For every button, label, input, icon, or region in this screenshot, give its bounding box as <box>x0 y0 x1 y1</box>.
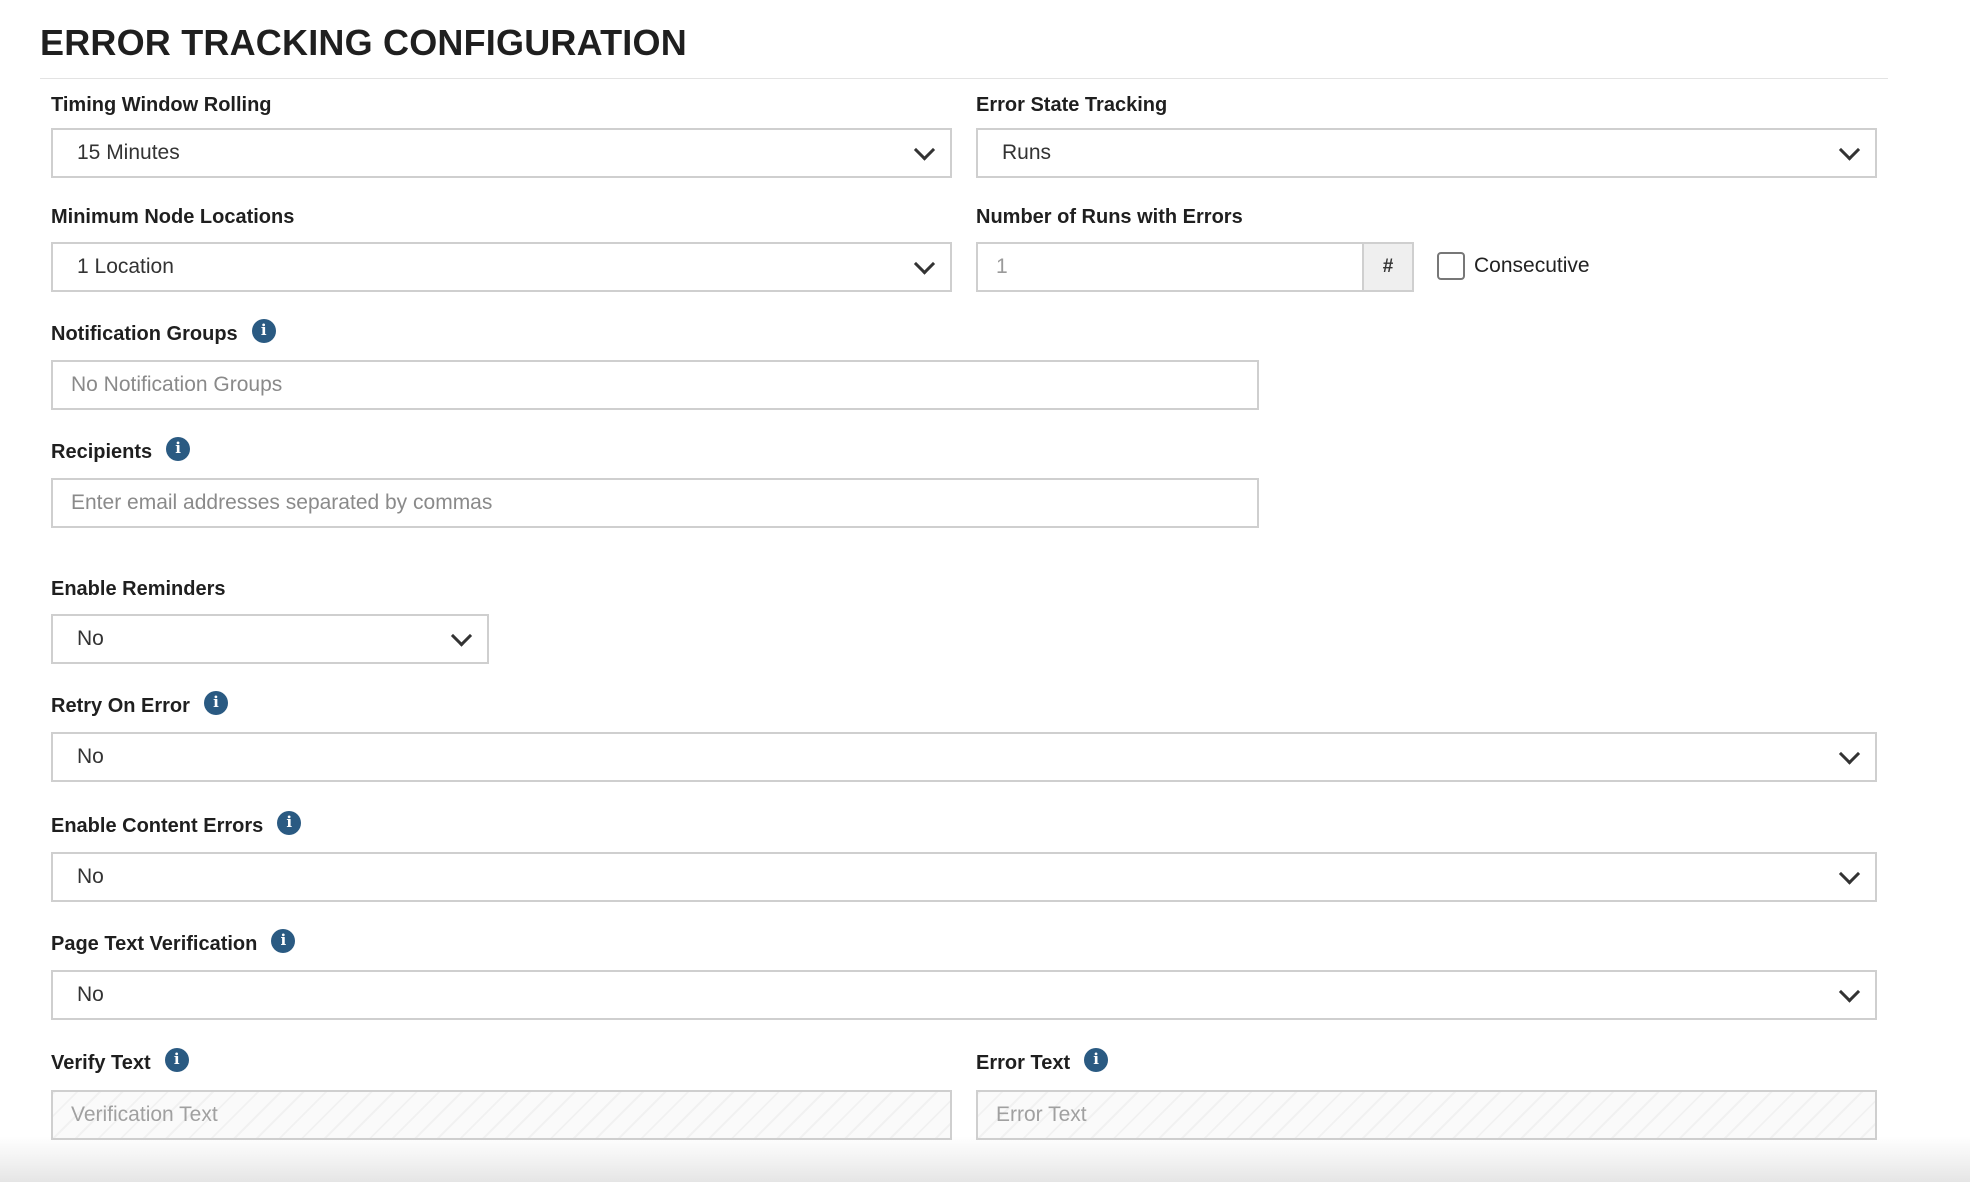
chevron-down-icon <box>913 139 936 161</box>
error-state-label: Error State Tracking <box>976 94 1167 117</box>
section-title: ERROR TRACKING CONFIGURATION <box>40 22 687 63</box>
error-state-label-text: Error State Tracking <box>976 94 1168 116</box>
reminders-value: No <box>77 627 104 650</box>
consecutive-label[interactable]: Consecutive <box>1474 254 1590 278</box>
chevron-down-icon <box>1838 863 1861 885</box>
recipients-input[interactable]: Enter email addresses separated by comma… <box>51 478 1259 528</box>
error-state-value: Runs <box>1002 141 1052 164</box>
recipients-label-text: Recipients <box>51 441 153 463</box>
notification-groups-label: Notification Groups i <box>51 318 276 346</box>
recipients-placeholder: Enter email addresses separated by comma… <box>71 491 493 514</box>
page-text-label-text: Page Text Verification <box>51 933 258 955</box>
info-icon[interactable]: i <box>251 318 276 343</box>
error-text-placeholder: Error Text <box>996 1103 1087 1126</box>
error-text-label-text: Error Text <box>976 1052 1071 1074</box>
chevron-down-icon <box>450 625 473 647</box>
page-text-label: Page Text Verification i <box>51 928 296 956</box>
timing-window-label-text: Timing Window Rolling <box>51 94 272 116</box>
runs-with-errors-label-text: Number of Runs with Errors <box>976 206 1243 228</box>
min-nodes-label: Minimum Node Locations <box>51 206 294 229</box>
retry-label: Retry On Error i <box>51 690 228 718</box>
notification-groups-label-text: Notification Groups <box>51 323 238 345</box>
runs-with-errors-input[interactable]: 1 <box>976 242 1364 292</box>
info-icon[interactable]: i <box>271 928 296 953</box>
content-errors-label-text: Enable Content Errors <box>51 815 264 837</box>
content-errors-select[interactable]: No <box>51 852 1877 902</box>
content-errors-label: Enable Content Errors i <box>51 810 302 838</box>
min-nodes-label-text: Minimum Node Locations <box>51 206 295 228</box>
chevron-down-icon <box>1838 981 1861 1003</box>
info-icon[interactable]: i <box>1084 1047 1109 1072</box>
error-tracking-config-panel: ERROR TRACKING CONFIGURATION Timing Wind… <box>0 0 1970 1182</box>
error-text-input[interactable]: Error Text <box>976 1090 1877 1140</box>
info-icon[interactable]: i <box>203 690 228 715</box>
info-icon[interactable]: i <box>166 436 191 461</box>
runs-with-errors-label: Number of Runs with Errors <box>976 206 1243 229</box>
error-text-label: Error Text i <box>976 1047 1109 1075</box>
error-state-select[interactable]: Runs <box>976 128 1877 178</box>
hash-addon-text: # <box>1382 256 1394 277</box>
info-icon[interactable]: i <box>164 1047 189 1072</box>
timing-window-select[interactable]: 15 Minutes <box>51 128 952 178</box>
content-errors-value: No <box>77 865 104 888</box>
verify-text-label: Verify Text i <box>51 1047 189 1075</box>
reminders-label-text: Enable Reminders <box>51 578 226 600</box>
verify-text-input[interactable]: Verification Text <box>51 1090 952 1140</box>
chevron-down-icon <box>1838 139 1861 161</box>
retry-label-text: Retry On Error <box>51 695 190 717</box>
notification-groups-placeholder: No Notification Groups <box>71 373 283 396</box>
info-icon[interactable]: i <box>277 810 302 835</box>
verify-text-placeholder: Verification Text <box>71 1103 218 1126</box>
min-nodes-value: 1 Location <box>77 255 174 278</box>
timing-window-value: 15 Minutes <box>77 141 180 164</box>
page-text-select[interactable]: No <box>51 970 1877 1020</box>
reminders-select[interactable]: No <box>51 614 489 664</box>
chevron-down-icon <box>1838 743 1861 765</box>
min-nodes-select[interactable]: 1 Location <box>51 242 952 292</box>
chevron-down-icon <box>913 253 936 275</box>
verify-text-label-text: Verify Text <box>51 1052 151 1074</box>
timing-window-label: Timing Window Rolling <box>51 94 272 117</box>
page-text-value: No <box>77 983 104 1006</box>
bottom-scroll-shadow <box>0 1136 1970 1182</box>
hash-addon: # <box>1364 242 1414 292</box>
retry-select[interactable]: No <box>51 732 1877 782</box>
recipients-label: Recipients i <box>51 436 191 464</box>
reminders-label: Enable Reminders <box>51 578 226 601</box>
runs-with-errors-value: 1 <box>996 255 1008 278</box>
title-divider <box>40 78 1888 79</box>
notification-groups-input[interactable]: No Notification Groups <box>51 360 1259 410</box>
retry-value: No <box>77 745 104 768</box>
consecutive-checkbox[interactable] <box>1437 252 1465 280</box>
